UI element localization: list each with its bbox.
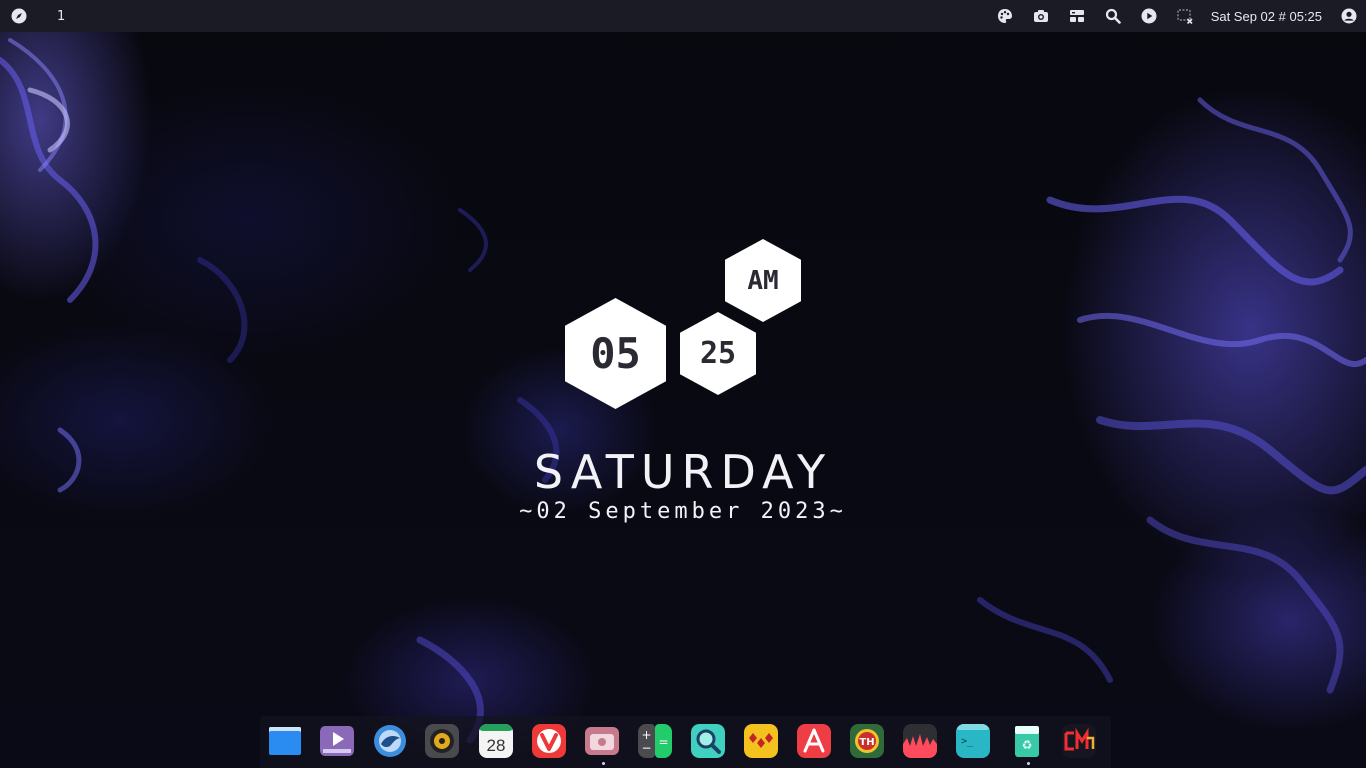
app-store-icon	[797, 724, 831, 758]
top-panel: 1 Sat Sep 02 # 05:25	[0, 0, 1366, 32]
play-icon[interactable]	[1140, 7, 1158, 25]
clock-hour: 05	[590, 329, 641, 378]
clock-minute: 25	[699, 336, 737, 371]
camera-folder-icon	[585, 727, 619, 755]
dock-item-photos[interactable]	[585, 724, 619, 758]
dock-item-mail[interactable]	[373, 724, 407, 758]
running-indicator	[1027, 762, 1030, 765]
clock-ampm: AM	[747, 265, 779, 296]
dock-item-search[interactable]	[691, 724, 725, 758]
purple-play-icon	[320, 726, 354, 756]
blue-window-icon	[269, 727, 301, 755]
dock-item-trash[interactable]: ♻	[1010, 724, 1044, 758]
dock-item-appstore[interactable]	[797, 724, 831, 758]
vivaldi-icon	[532, 724, 566, 758]
layout-icon[interactable]	[1068, 7, 1086, 25]
svg-text:+: +	[641, 728, 651, 742]
svg-text:=: =	[658, 735, 668, 749]
running-indicator	[602, 762, 605, 765]
dock-item-audio[interactable]	[903, 724, 937, 758]
palette-icon[interactable]	[996, 7, 1014, 25]
camera-icon[interactable]	[1032, 7, 1050, 25]
bird-icon	[374, 725, 406, 757]
th-badge-icon: TH	[850, 724, 884, 758]
red-dots-icon	[744, 724, 778, 758]
search-icon[interactable]	[1104, 7, 1122, 25]
dock-item-cm[interactable]	[1062, 724, 1096, 758]
dock-item-dots[interactable]	[744, 724, 778, 758]
calendar-icon: 28	[479, 724, 513, 758]
magnifier-icon	[691, 724, 725, 758]
wallpaper-swirls	[0, 38, 1366, 744]
svg-text:♻: ♻	[1022, 738, 1033, 752]
desktop-background	[0, 0, 1366, 768]
terminal-icon: >_	[956, 724, 990, 758]
svg-text:>_: >_	[961, 736, 974, 747]
dock-item-th[interactable]: TH	[850, 724, 884, 758]
dock-item-terminal[interactable]: >_	[956, 724, 990, 758]
topbar-clock[interactable]: Sat Sep 02 # 05:25	[1211, 9, 1322, 24]
record-icon	[425, 724, 459, 758]
full-date: ~02 September 2023~	[519, 499, 847, 524]
waveform-icon	[903, 724, 937, 758]
dock-item-calculator[interactable]: + − =	[638, 724, 672, 758]
dock-item-files[interactable]	[268, 724, 302, 758]
dock-item-calendar[interactable]: 28	[479, 724, 513, 758]
calendar-day-label: 28	[487, 736, 506, 755]
th-label: TH	[859, 737, 874, 748]
day-of-week: SATURDAY	[533, 445, 833, 499]
workspace-indicator[interactable]: 1	[57, 9, 65, 24]
compass-icon[interactable]	[10, 7, 28, 25]
cm-logo-icon	[1062, 724, 1096, 758]
calculator-icon: +− =	[638, 724, 672, 758]
screen-close-icon[interactable]	[1176, 7, 1194, 25]
user-icon[interactable]	[1340, 7, 1358, 25]
dock-item-vivaldi[interactable]	[532, 724, 566, 758]
dock-item-video[interactable]	[320, 724, 354, 758]
recycle-bin-icon: ♻	[1015, 726, 1039, 757]
dock-item-music[interactable]	[425, 724, 459, 758]
svg-text:−: −	[641, 741, 651, 755]
